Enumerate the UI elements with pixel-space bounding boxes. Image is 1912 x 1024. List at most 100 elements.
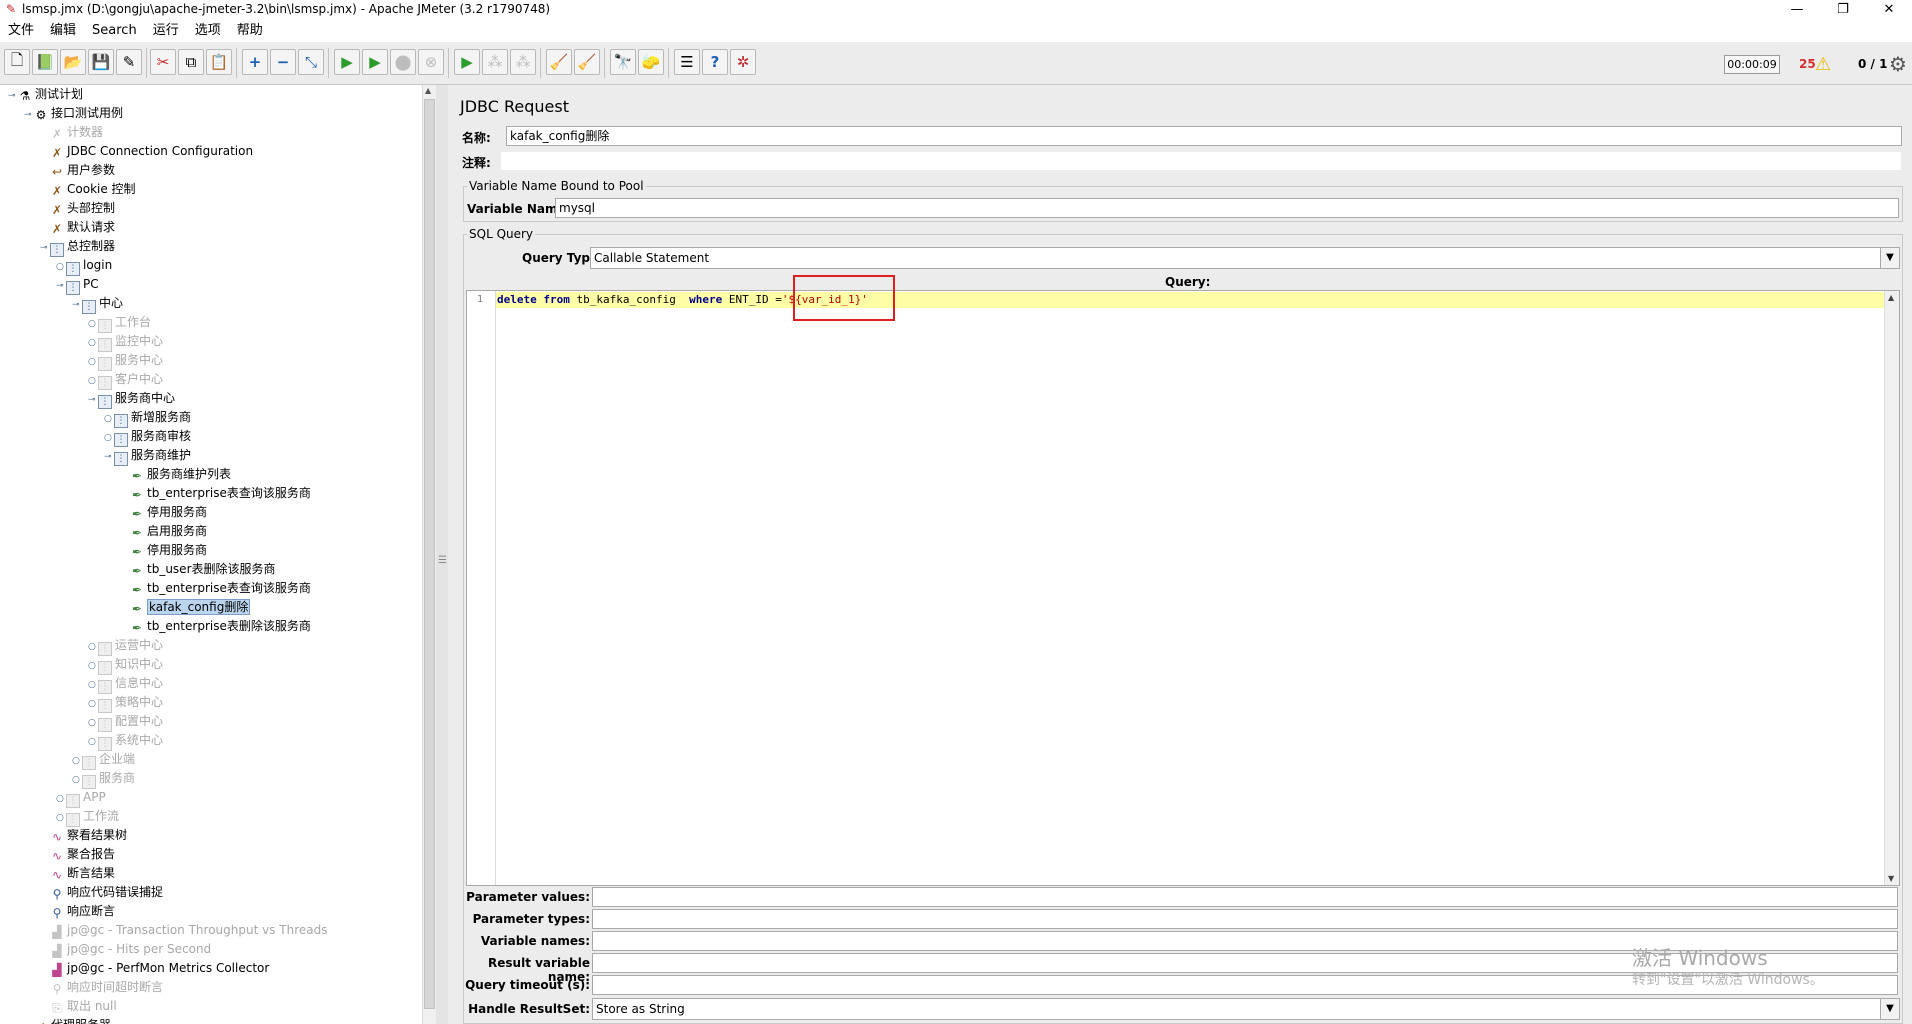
save-icon[interactable]: 💾 (88, 49, 114, 75)
tree-node[interactable]: ✒ tb_enterprise表查询该服务商 (120, 579, 311, 597)
name-field[interactable]: kafak_config删除 (506, 126, 1902, 146)
tree-scrollbar[interactable]: ▲ (422, 85, 437, 1024)
parameter-values-field[interactable] (592, 887, 1898, 907)
tree-node[interactable]: ↩ 用户参数 (40, 161, 115, 179)
tree-node[interactable]: ▟ jp@gc - PerfMon Metrics Collector (40, 959, 269, 977)
tree-node[interactable]: ○ ⋮ 客户中心 (88, 370, 163, 390)
collapsed-toggle-icon[interactable]: ○ (56, 809, 66, 827)
tree-scroll-thumb[interactable] (424, 99, 435, 1009)
menu-run[interactable]: 运行 (145, 20, 187, 42)
warning-icon[interactable]: ⚠ (1815, 54, 1831, 75)
tree-node[interactable]: ∿ 断言结果 (40, 864, 115, 882)
tree-node[interactable]: ⊸ ⚗ 测试计划 (8, 85, 83, 103)
remote-start-icon[interactable]: ▶ (454, 49, 480, 75)
tree-node[interactable]: ○ ⋮ APP (56, 788, 106, 808)
expanded-toggle-icon[interactable]: ⊸ (8, 87, 18, 105)
open-icon[interactable]: 📂 (60, 49, 86, 75)
tree-node[interactable]: ○ ⋮ 新增服务商 (104, 408, 191, 428)
help-icon[interactable]: ? (702, 49, 728, 75)
expanded-toggle-icon[interactable]: ⊸ (40, 239, 50, 257)
tree-node[interactable]: ○ ⋮ 工作流 (56, 807, 119, 827)
paste-icon[interactable]: 📋 (206, 49, 232, 75)
collapsed-toggle-icon[interactable]: ○ (88, 695, 98, 713)
remote-stop-icon[interactable]: ⁂ (482, 49, 508, 75)
tree-node[interactable]: ✒ 服务商维护列表 (120, 465, 231, 483)
tree-node[interactable]: ○ ⋮ login (56, 256, 112, 276)
tree-node[interactable]: ⊸ ⋮ PC (56, 275, 99, 295)
collapsed-toggle-icon[interactable]: ○ (104, 429, 114, 447)
tree-node[interactable]: ▟ jp@gc - Transaction Throughput vs Threa… (40, 921, 327, 939)
expanded-toggle-icon[interactable]: ⊸ (88, 391, 98, 409)
clear-all-icon[interactable]: 🧹 (574, 49, 600, 75)
minimize-button[interactable]: — (1774, 0, 1820, 20)
clear-icon[interactable]: 🧹 (546, 49, 572, 75)
editor-scrollbar[interactable]: ▲ ▼ (1884, 291, 1899, 885)
dropdown-arrow-icon[interactable]: ▼ (1880, 999, 1899, 1019)
collapsed-toggle-icon[interactable]: ○ (56, 790, 66, 808)
tree-node[interactable]: ✒ tb_user表删除该服务商 (120, 560, 276, 578)
collapsed-toggle-icon[interactable]: ○ (104, 410, 114, 428)
tree-node[interactable]: ∿ 察看结果树 (40, 826, 127, 844)
scroll-down-icon[interactable]: ▼ (1888, 874, 1894, 883)
tree-node[interactable]: ⎘ 取出 null (40, 997, 117, 1015)
variable-name-field[interactable]: mysql (555, 198, 1899, 218)
search-icon[interactable]: 🔭 (610, 49, 636, 75)
tree-node[interactable]: ✗ JDBC Connection Configuration (40, 142, 253, 160)
shutdown-icon[interactable]: ⊗ (418, 49, 444, 75)
tree-node[interactable]: ✒ 停用服务商 (120, 541, 207, 559)
query-type-select[interactable]: Callable Statement ▼ (590, 247, 1900, 269)
tree-node[interactable]: ○ ⋮ 信息中心 (88, 674, 163, 694)
tree-node[interactable]: ○ ⋮ 运营中心 (88, 636, 163, 656)
plugins-manager-icon[interactable]: ✲ (730, 49, 756, 75)
tree-node[interactable]: ⊸ ⋮ 服务商维护 (104, 446, 191, 466)
tree-node[interactable]: ✒ tb_enterprise表删除该服务商 (120, 617, 311, 635)
collapsed-toggle-icon[interactable]: ○ (88, 714, 98, 732)
tree-node[interactable]: ○ ⋮ 服务中心 (88, 351, 163, 371)
tree-node[interactable]: ○ ⋮ 策略中心 (88, 693, 163, 713)
collapsed-toggle-icon[interactable]: ○ (88, 638, 98, 656)
close-button[interactable]: ✕ (1866, 0, 1912, 20)
expanded-toggle-icon[interactable]: ⊸ (104, 448, 114, 466)
menu-options[interactable]: 选项 (187, 20, 229, 42)
remote-shutdown-icon[interactable]: ⁂ (510, 49, 536, 75)
collapsed-toggle-icon[interactable]: ○ (88, 657, 98, 675)
menu-edit[interactable]: 编辑 (42, 20, 84, 42)
expanded-toggle-icon[interactable]: ⊸ (56, 277, 66, 295)
collapsed-toggle-icon[interactable]: ○ (72, 771, 82, 789)
tree-node[interactable]: ⊸ ⋮ 总控制器 (40, 237, 115, 257)
maximize-button[interactable]: ❐ (1820, 0, 1866, 20)
cut-icon[interactable]: ✂ (150, 49, 176, 75)
tree-node[interactable]: ⚲ 响应时间超时断言 (40, 978, 163, 996)
collapse-all-icon[interactable]: − (270, 49, 296, 75)
parameter-types-field[interactable] (592, 909, 1898, 929)
scroll-up-icon[interactable]: ▲ (425, 86, 431, 95)
scroll-up-icon[interactable]: ▲ (1888, 293, 1894, 302)
tree-node[interactable]: ○ ⋮ 服务商 (72, 769, 135, 789)
collapsed-toggle-icon[interactable]: ○ (88, 676, 98, 694)
dropdown-arrow-icon[interactable]: ▼ (1880, 248, 1899, 268)
menu-search[interactable]: Search (84, 20, 145, 42)
tree-node[interactable]: ⊸ ⚙ 接口测试用例 (24, 104, 123, 122)
tree-node[interactable]: ∿ 聚合报告 (40, 845, 115, 863)
collapsed-toggle-icon[interactable]: ○ (56, 258, 66, 276)
tree-node[interactable]: ○ ⋮ 工作台 (88, 313, 151, 333)
tree-node[interactable]: ⊸ ⋮ 中心 (72, 294, 123, 314)
start-no-pause-icon[interactable]: ▶ (362, 49, 388, 75)
tree-node[interactable]: ⚲ 响应断言 (40, 902, 115, 920)
toggle-icon[interactable]: ⤡ (298, 49, 324, 75)
tree-node[interactable]: ✗ 头部控制 (40, 199, 115, 217)
new-icon[interactable]: 🗋 (4, 49, 30, 75)
collapsed-toggle-icon[interactable]: ○ (88, 733, 98, 751)
save-as-icon[interactable]: ✎ (116, 49, 142, 75)
tree-node[interactable]: ✒ tb_enterprise表查询该服务商 (120, 484, 311, 502)
tree-node[interactable]: ⚲ 响应代码错误捕捉 (40, 883, 163, 901)
menu-file[interactable]: 文件 (0, 20, 42, 42)
handle-resultset-select[interactable]: Store as String ▼ (592, 998, 1900, 1020)
tree-node[interactable]: ⊸ ⋮ 服务商中心 (88, 389, 175, 409)
tree-node[interactable]: ○ ⋮ 系统中心 (88, 731, 163, 751)
tree-node[interactable]: ✒ 启用服务商 (120, 522, 207, 540)
tree-node[interactable]: ✗ Cookie 控制 (40, 180, 136, 198)
templates-icon[interactable]: 📗 (32, 49, 58, 75)
expanded-toggle-icon[interactable]: ⊸ (72, 296, 82, 314)
tree-node[interactable]: ○ ⋮ 知识中心 (88, 655, 163, 675)
